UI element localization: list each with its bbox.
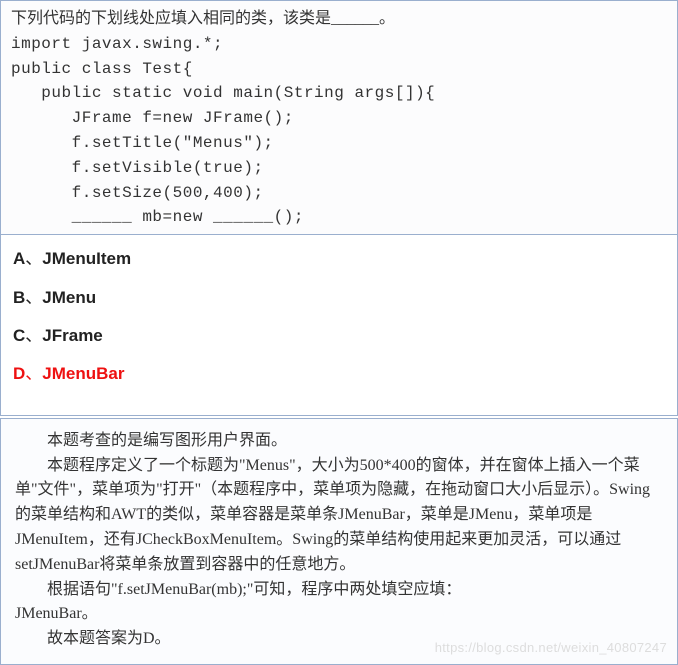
explanation-para-2: 本题程序定义了一个标题为"Menus"，大小为500*400的窗体，并在窗体上插… [15,454,663,578]
option-letter: D [13,364,25,383]
code-line-3: public static void main(String args[]){ [11,81,667,106]
options-block: A、JMenuItem B、JMenu C、JFrame D、JMenuBar [0,235,678,416]
option-d[interactable]: D、JMenuBar [13,364,665,384]
explanation-block: 本题考查的是编写图形用户界面。 本题程序定义了一个标题为"Menus"，大小为5… [0,418,678,665]
option-separator: 、 [25,288,42,307]
code-line-5: f.setTitle("Menus"); [11,131,667,156]
code-line-4: JFrame f=new JFrame(); [11,106,667,131]
option-letter: C [13,326,25,345]
question-prompt: 下列代码的下划线处应填入相同的类，该类是______。 [11,7,667,32]
code-line-8: ______ mb=new ______(); [11,205,667,230]
option-letter: B [13,288,25,307]
option-letter: A [13,249,25,268]
option-separator: 、 [25,326,42,345]
option-b[interactable]: B、JMenu [13,288,665,308]
option-separator: 、 [25,364,42,383]
explanation-para-3b: JMenuBar。 [15,602,663,627]
option-text: JMenuItem [42,249,131,268]
code-line-7: f.setSize(500,400); [11,181,667,206]
code-line-1: import javax.swing.*; [11,32,667,57]
option-separator: 、 [25,249,42,268]
explanation-para-3a: 根据语句"f.setJMenuBar(mb);"可知，程序中两处填空应填： [15,578,663,603]
option-text: JMenu [42,288,96,307]
question-code-block: 下列代码的下划线处应填入相同的类，该类是______。 import javax… [0,0,678,235]
watermark-text: https://blog.csdn.net/weixin_40807247 [435,638,667,658]
explanation-para-1: 本题考查的是编写图形用户界面。 [15,429,663,454]
code-line-6: f.setVisible(true); [11,156,667,181]
option-text: JFrame [42,326,102,345]
option-c[interactable]: C、JFrame [13,326,665,346]
option-text: JMenuBar [42,364,124,383]
option-a[interactable]: A、JMenuItem [13,249,665,269]
code-line-2: public class Test{ [11,57,667,82]
